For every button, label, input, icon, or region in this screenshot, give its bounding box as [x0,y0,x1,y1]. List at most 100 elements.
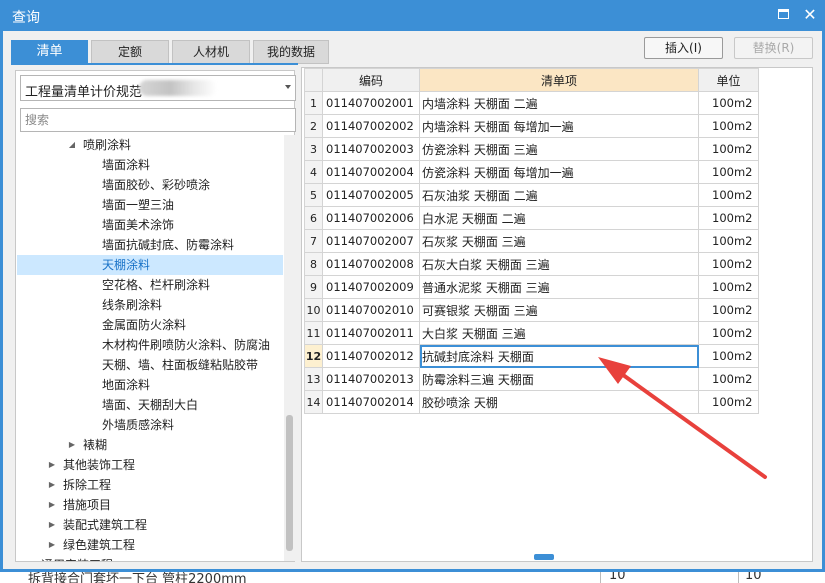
cell-item[interactable]: 内墙涂料 天棚面 每增加一遍 [419,114,699,138]
cell-unit[interactable]: 100m2 [698,367,759,391]
cell-unit[interactable]: 100m2 [698,114,759,138]
row-number[interactable]: 4 [304,160,323,184]
tree-node[interactable]: 地面涂料 [17,375,283,395]
cell-unit[interactable]: 100m2 [698,298,759,322]
search-box[interactable] [20,108,296,132]
cell-item[interactable]: 仿瓷涂料 天棚面 每增加一遍 [419,160,699,184]
cell-code[interactable]: 011407002013 [322,367,420,391]
row-number[interactable]: 7 [304,229,323,253]
cell-item[interactable]: 普通水泥浆 天棚面 三遍 [419,275,699,299]
table-row[interactable]: 14 011407002014 胶砂喷涂 天棚 100m2 [304,390,759,414]
cell-unit[interactable]: 100m2 [698,252,759,276]
cell-unit[interactable]: 100m2 [698,321,759,345]
column-header-unit[interactable]: 单位 [698,68,759,92]
cell-code[interactable]: 011407002009 [322,275,420,299]
cell-item[interactable]: 石灰油浆 天棚面 二遍 [419,183,699,207]
search-input[interactable] [21,109,295,131]
table-row[interactable]: 4 011407002004 仿瓷涂料 天棚面 每增加一遍 100m2 [304,160,759,184]
tree-node[interactable]: ▶ 措施项目 [17,495,283,515]
expand-icon[interactable]: ▶ [67,435,77,455]
maximize-button[interactable] [774,5,794,25]
cell-item[interactable]: 抗碱封底涂料 天棚面 [419,344,699,368]
cell-code[interactable]: 011407002004 [322,160,420,184]
cell-item[interactable]: 防霉涂料三遍 天棚面 [419,367,699,391]
library-select[interactable]: 工程量清单计价规范 [20,75,296,101]
column-header-item[interactable]: 清单项 [419,68,699,92]
tree-node[interactable]: 墙面胶砂、彩砂喷涂 [17,175,283,195]
row-number[interactable]: 14 [304,390,323,414]
tree-node[interactable]: 墙面美术涂饰 [17,215,283,235]
tree-node[interactable]: 金属面防火涂料 [17,315,283,335]
tree-node[interactable]: ▶ 拆除工程 [17,475,283,495]
cell-unit[interactable]: 100m2 [698,160,759,184]
panel-splitter-handle[interactable] [534,554,554,560]
table-row[interactable]: 12 011407002012 抗碱封底涂料 天棚面 100m2 [304,344,759,368]
cell-unit[interactable]: 100m2 [698,206,759,230]
cell-item[interactable]: 内墙涂料 天棚面 二遍 [419,91,699,115]
cell-unit[interactable]: 100m2 [698,344,759,368]
table-row[interactable]: 9 011407002009 普通水泥浆 天棚面 三遍 100m2 [304,275,759,299]
cell-item[interactable]: 可赛银浆 天棚面 三遍 [419,298,699,322]
cell-unit[interactable]: 100m2 [698,229,759,253]
tree-node[interactable]: ▶ 绿色建筑工程 [17,535,283,555]
cell-code[interactable]: 011407002003 [322,137,420,161]
cell-item[interactable]: 白水泥 天棚面 二遍 [419,206,699,230]
expand-icon[interactable]: ▶ [47,515,57,535]
table-row[interactable]: 1 011407002001 内墙涂料 天棚面 二遍 100m2 [304,91,759,115]
cell-code[interactable]: 011407002012 [322,344,420,368]
cell-unit[interactable]: 100m2 [698,137,759,161]
cell-item[interactable]: 石灰大白浆 天棚面 三遍 [419,252,699,276]
tab-bill-items[interactable]: 清单 [11,40,88,64]
table-row[interactable]: 13 011407002013 防霉涂料三遍 天棚面 100m2 [304,367,759,391]
tree-node[interactable]: 天棚涂料 [17,255,283,275]
cell-item[interactable]: 石灰浆 天棚面 三遍 [419,229,699,253]
tree-node[interactable]: 天棚、墙、柱面板缝粘贴胶带 [17,355,283,375]
tree-node[interactable]: 墙面一塑三油 [17,195,283,215]
tree-node[interactable]: 墙面、天棚刮大白 [17,395,283,415]
row-number[interactable]: 2 [304,114,323,138]
row-number[interactable]: 13 [304,367,323,391]
table-row[interactable]: 5 011407002005 石灰油浆 天棚面 二遍 100m2 [304,183,759,207]
tree-node[interactable]: ▶ 裱糊 [17,435,283,455]
replace-button[interactable]: 替换(R) [734,37,813,59]
tree-node[interactable]: ▶ 装配式建筑工程 [17,515,283,535]
table-row[interactable]: 11 011407002011 大白浆 天棚面 三遍 100m2 [304,321,759,345]
cell-code[interactable]: 011407002010 [322,298,420,322]
column-header-code[interactable]: 编码 [322,68,420,92]
expand-icon[interactable]: ▶ [47,535,57,555]
cell-unit[interactable]: 100m2 [698,390,759,414]
tree-node[interactable]: ▶ 其他装饰工程 [17,455,283,475]
collapse-icon[interactable]: ◢ [67,135,77,155]
tree-node[interactable]: 墙面涂料 [17,155,283,175]
row-number[interactable]: 12 [304,344,323,368]
cell-unit[interactable]: 100m2 [698,91,759,115]
cell-unit[interactable]: 100m2 [698,183,759,207]
cell-code[interactable]: 011407002002 [322,114,420,138]
table-row[interactable]: 3 011407002003 仿瓷涂料 天棚面 三遍 100m2 [304,137,759,161]
cell-unit[interactable]: 100m2 [698,275,759,299]
cell-code[interactable]: 011407002008 [322,252,420,276]
table-row[interactable]: 10 011407002010 可赛银浆 天棚面 三遍 100m2 [304,298,759,322]
tree-node[interactable]: 外墙质感涂料 [17,415,283,435]
cell-code[interactable]: 011407002007 [322,229,420,253]
cell-code[interactable]: 011407002011 [322,321,420,345]
table-row[interactable]: 7 011407002007 石灰浆 天棚面 三遍 100m2 [304,229,759,253]
expand-icon[interactable]: ▶ [27,555,37,561]
expand-icon[interactable]: ▶ [47,495,57,515]
cell-item[interactable]: 仿瓷涂料 天棚面 三遍 [419,137,699,161]
table-row[interactable]: 6 011407002006 白水泥 天棚面 二遍 100m2 [304,206,759,230]
cell-code[interactable]: 011407002001 [322,91,420,115]
tree-node[interactable]: 木材构件刷喷防火涂料、防腐油 [17,335,283,355]
tab-my-data[interactable]: 我的数据 [253,40,329,64]
tree-node[interactable]: 线条刷涂料 [17,295,283,315]
tree-node[interactable]: ▶ 通用安装工程 [17,555,283,561]
row-number[interactable]: 8 [304,252,323,276]
cell-code[interactable]: 011407002006 [322,206,420,230]
tab-materials[interactable]: 人材机 [172,40,250,64]
tree-node[interactable]: 空花格、栏杆刷涂料 [17,275,283,295]
tab-quota[interactable]: 定额 [91,40,169,64]
tree-node[interactable]: 墙面抗碱封底、防霉涂料 [17,235,283,255]
row-number[interactable]: 3 [304,137,323,161]
row-number[interactable]: 6 [304,206,323,230]
cell-item[interactable]: 大白浆 天棚面 三遍 [419,321,699,345]
